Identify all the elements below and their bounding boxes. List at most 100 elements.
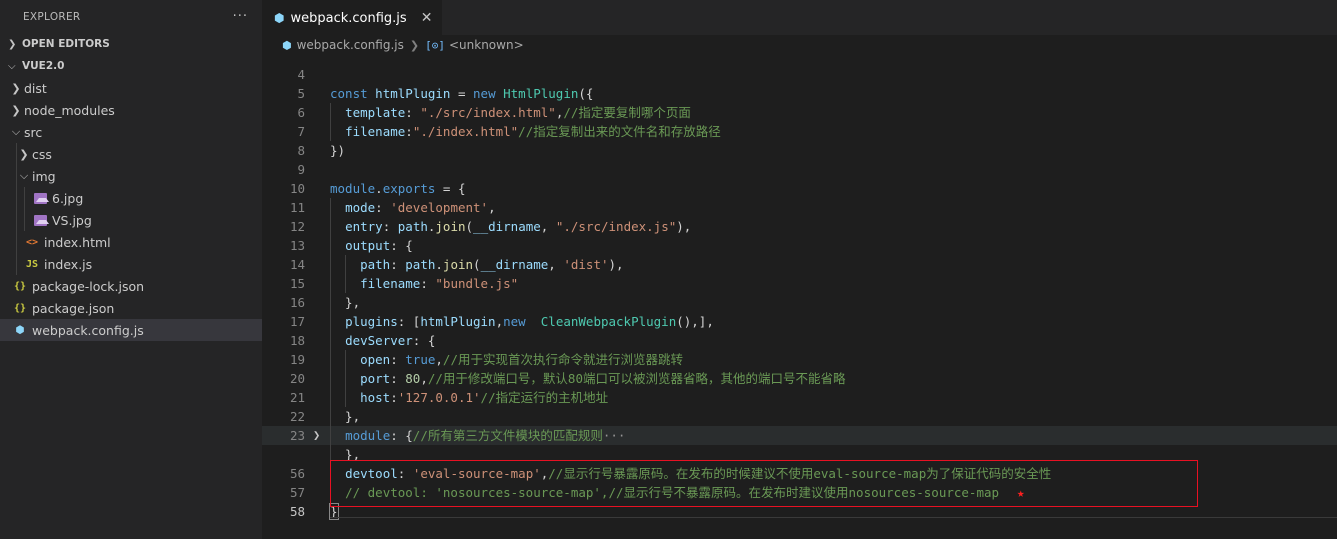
open-editors-label: OPEN EDITORS xyxy=(22,38,110,50)
indent-guide xyxy=(16,143,17,165)
code-line[interactable]: 16 }, xyxy=(262,293,1337,312)
code-text: template: "./src/index.html",//指定要复制哪个页面 xyxy=(345,105,691,120)
code-line[interactable]: 14 path: path.join(__dirname, 'dist'), xyxy=(262,255,1337,274)
star-marker-icon: ★ xyxy=(1017,485,1025,500)
chevron-down-icon: ⌵ xyxy=(19,169,29,182)
code-text: }, xyxy=(330,409,361,424)
open-editors-section[interactable]: ❯ OPEN EDITORS xyxy=(0,33,262,55)
code-view[interactable]: 4 5 const htmlPlugin = new HtmlPlugin({6 t… xyxy=(262,44,1337,539)
code-line[interactable]: 12 entry: path.join(__dirname, "./src/in… xyxy=(262,217,1337,236)
more-actions-icon[interactable]: ··· xyxy=(233,9,248,24)
line-number: 23 xyxy=(289,428,305,443)
tree-item-vs-jpg[interactable]: VS.jpg xyxy=(0,209,262,231)
chevron-right-icon: ❯ xyxy=(11,103,21,117)
code-line[interactable]: 21 host:'127.0.0.1'//指定运行的主机地址 xyxy=(262,388,1337,407)
tree-item-index-js[interactable]: JS index.js xyxy=(0,253,262,275)
indent-guide xyxy=(16,253,17,275)
chevron-down-icon: ⌵ xyxy=(8,60,16,72)
tree-item-label: VS.jpg xyxy=(52,212,92,228)
code-text: } xyxy=(329,503,339,520)
fold-chevron-icon[interactable]: ❯ xyxy=(313,426,320,445)
tree-item-dist[interactable]: ❯ dist xyxy=(0,77,262,99)
tree-item-img[interactable]: ⌵ img xyxy=(0,165,262,187)
explorer-title: EXPLORER xyxy=(23,10,81,23)
line-number: 22 xyxy=(289,409,305,424)
json-file-icon: {} xyxy=(13,302,27,314)
code-line[interactable]: 7 filename:"./index.html"//指定复制出来的文件名和存放… xyxy=(262,122,1337,141)
code-line[interactable]: 18 devServer: { xyxy=(262,331,1337,350)
code-line[interactable]: 15 filename: "bundle.js" xyxy=(262,274,1337,293)
code-line[interactable]: 19 open: true,//用于实现首次执行命令就进行浏览器跳转 xyxy=(262,350,1337,369)
code-line[interactable]: 56 devtool: 'eval-source-map',//显示行号暴露原码… xyxy=(262,464,1337,483)
code-line[interactable]: 4 xyxy=(262,65,1337,84)
tree-item-label: webpack.config.js xyxy=(32,322,144,338)
tree-item-webpack-config-js[interactable]: ⬢ webpack.config.js xyxy=(0,319,262,341)
tree-item-node-modules[interactable]: ❯ node_modules xyxy=(0,99,262,121)
folded-ellipsis[interactable]: ··· xyxy=(603,428,626,443)
close-icon[interactable]: ✕ xyxy=(421,10,433,26)
code-line[interactable]: 17 plugins: [htmlPlugin,new CleanWebpack… xyxy=(262,312,1337,331)
tab-bar: ⬢ webpack.config.js ✕ xyxy=(262,0,1337,35)
line-number: 15 xyxy=(289,276,305,291)
tab-webpack-config[interactable]: ⬢ webpack.config.js ✕ xyxy=(262,0,443,35)
code-text: open: true,//用于实现首次执行命令就进行浏览器跳转 xyxy=(360,352,683,367)
code-text: }, xyxy=(330,295,361,310)
code-text: filename: "bundle.js" xyxy=(360,276,519,291)
code-text: const htmlPlugin = new HtmlPlugin({ xyxy=(330,86,594,101)
explorer-sidebar: EXPLORER ··· ❯ OPEN EDITORS ⌵ VUE2.0 ❯ di… xyxy=(0,0,262,539)
editor-area: ⬢ webpack.config.js ✕ ⬢ webpack.config.j… xyxy=(262,0,1337,539)
code-line[interactable]: 10 module.exports = { xyxy=(262,179,1337,198)
tree-item-label: 6.jpg xyxy=(52,190,84,206)
tree-item-label: img xyxy=(32,168,56,184)
line-number: 17 xyxy=(289,314,305,329)
line-number: 10 xyxy=(289,181,305,196)
code-line[interactable]: 5 const htmlPlugin = new HtmlPlugin({ xyxy=(262,84,1337,103)
code-text: devtool: 'eval-source-map',//显示行号暴露原码。在发… xyxy=(345,466,1052,481)
line-number: 58 xyxy=(289,504,305,519)
code-line[interactable]: 58} xyxy=(262,502,1337,521)
line-number: 19 xyxy=(289,352,305,367)
code-line[interactable]: 23 ❯ module: {//所有第三方文件模块的匹配规则··· xyxy=(262,426,1337,445)
code-line[interactable]: 9 xyxy=(262,160,1337,179)
explorer-header: EXPLORER ··· xyxy=(0,0,262,33)
tree-item-label: css xyxy=(32,146,52,162)
code-line[interactable]: 57 // devtool: 'nosources-source-map',//… xyxy=(262,483,1337,502)
code-text: plugins: [htmlPlugin,new CleanWebpackPlu… xyxy=(345,314,714,329)
tree-item-label: dist xyxy=(24,80,47,96)
project-section[interactable]: ⌵ VUE2.0 xyxy=(0,55,262,77)
tree-item-css[interactable]: ❯ css xyxy=(0,143,262,165)
code-line[interactable]: 13 output: { xyxy=(262,236,1337,255)
code-text: }) xyxy=(330,143,346,158)
code-line[interactable]: 20 port: 80,//用于修改端口号，默认80端口可以被浏览器省略，其他的… xyxy=(262,369,1337,388)
webpack-file-icon: ⬢ xyxy=(274,11,285,25)
code-line[interactable]: 8}) xyxy=(262,141,1337,160)
tree-item-6-jpg[interactable]: 6.jpg xyxy=(0,187,262,209)
code-line[interactable]: 11 mode: 'development', xyxy=(262,198,1337,217)
code-line[interactable]: 6 template: "./src/index.html",//指定要复制哪个… xyxy=(262,103,1337,122)
code-line[interactable]: }, xyxy=(262,445,1337,464)
line-number: 7 xyxy=(297,124,305,139)
tree-item-package-lock-json[interactable]: {} package-lock.json xyxy=(0,275,262,297)
tree-item-label: index.js xyxy=(44,256,93,272)
tree-item-src[interactable]: ⌵ src xyxy=(0,121,262,143)
line-number: 11 xyxy=(289,200,305,215)
line-number: 21 xyxy=(289,390,305,405)
line-number: 18 xyxy=(289,333,305,348)
code-text: module: {//所有第三方文件模块的匹配规则··· xyxy=(345,428,626,443)
indent-guide xyxy=(24,209,25,231)
image-file-icon xyxy=(32,214,49,226)
line-number: 56 xyxy=(289,466,305,481)
tree-item-package-json[interactable]: {} package.json xyxy=(0,297,262,319)
tree-item-index-html[interactable]: <> index.html xyxy=(0,231,262,253)
line-number: 14 xyxy=(289,257,305,272)
tree-item-label: package.json xyxy=(32,300,115,316)
line-number: 57 xyxy=(289,485,305,500)
code-text: host:'127.0.0.1'//指定运行的主机地址 xyxy=(360,390,609,405)
code-line[interactable]: 22 }, xyxy=(262,407,1337,426)
code-text: // devtool: 'nosources-source-map',//显示行… xyxy=(345,485,1025,500)
tree-item-label: index.html xyxy=(44,234,111,250)
indent-guide xyxy=(16,209,17,231)
image-file-icon xyxy=(32,192,49,204)
webpack-file-icon: ⬢ xyxy=(15,324,25,336)
file-tree: ❯ dist ❯ node_modules ⌵ src ❯ css ⌵ img 6.jpg VS.jp… xyxy=(0,77,262,341)
